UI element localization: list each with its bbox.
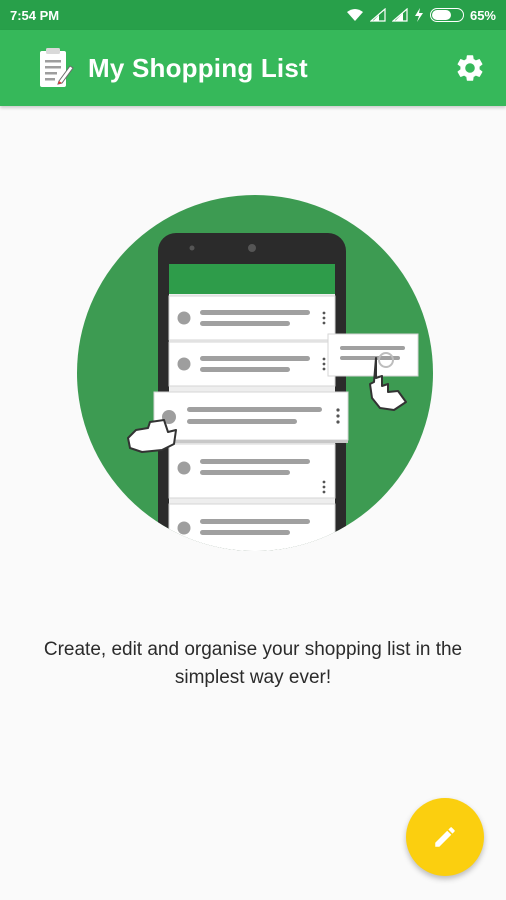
list-row-illustration — [168, 341, 336, 387]
signal-icon — [391, 8, 408, 22]
app-bar: My Shopping List — [0, 30, 506, 106]
charging-icon — [414, 8, 423, 22]
clipboard-icon — [40, 48, 74, 87]
list-row-illustration — [168, 503, 336, 551]
status-icons: 65% — [346, 8, 496, 23]
list-row-illustration — [168, 443, 336, 499]
dragged-card-illustration — [153, 391, 349, 443]
settings-button[interactable] — [452, 50, 488, 86]
pencil-icon — [435, 827, 455, 847]
status-time: 7:54 PM — [10, 7, 60, 23]
edit-fab-button[interactable] — [406, 798, 484, 876]
onboarding-illustration — [77, 195, 433, 551]
app-title: My Shopping List — [88, 52, 308, 83]
list-row-illustration — [168, 295, 336, 341]
status-bar: 7:54 PM 65% — [0, 0, 506, 30]
onboarding-tagline: Create, edit and organise your shopping … — [43, 639, 463, 688]
battery-percent: 65% — [469, 7, 496, 23]
battery-icon — [429, 8, 464, 22]
gear-icon — [457, 55, 483, 81]
swiped-card-illustration — [327, 333, 419, 377]
signal-icon — [369, 8, 386, 22]
wifi-icon — [346, 9, 363, 21]
